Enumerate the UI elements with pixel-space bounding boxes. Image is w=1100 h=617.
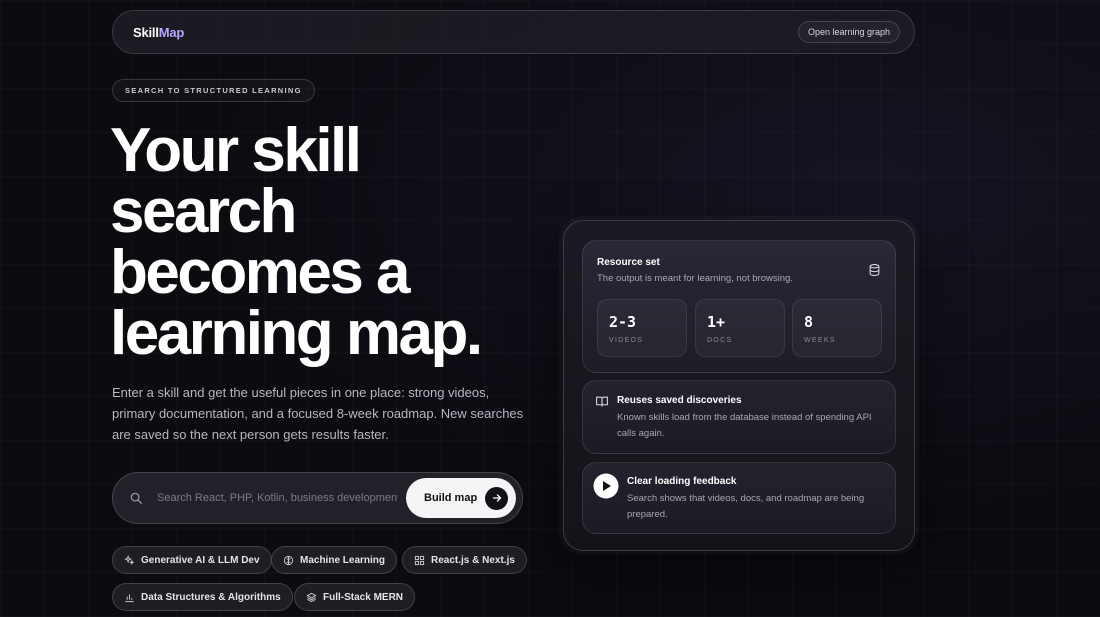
hero-heading: Your skill search becomes a learning map… [110, 116, 550, 368]
build-map-button[interactable]: Build map [406, 478, 516, 518]
layers-icon [306, 592, 317, 602]
stat-value: 8 [804, 313, 814, 331]
resource-set-subtitle: The output is meant for learning, not br… [597, 273, 793, 284]
stat-value: 1+ [707, 313, 726, 331]
hero-line-4: learning map. [110, 299, 483, 368]
chip-label: Data Structures & Algorithms [141, 591, 281, 603]
book-open-icon [596, 396, 608, 407]
build-map-label: Build map [424, 492, 478, 504]
search-bar: Build map [112, 472, 523, 524]
logo-primary: Skill [133, 24, 159, 40]
arrow-right-icon [485, 486, 508, 510]
chip-label: Generative AI & LLM Dev [141, 554, 260, 566]
saved-discoveries-text: Known skills load from the database inst… [617, 412, 872, 439]
loading-feedback-card: Clear loading feedback Search shows that… [582, 462, 896, 534]
stat-value: 2-3 [609, 313, 637, 331]
top-nav: SkillMap Open learning graph [112, 10, 915, 54]
chip-react-nextjs[interactable]: React.js & Next.js [402, 546, 527, 574]
stat-label: VIDEOS [609, 337, 644, 344]
logo-accent: Map [158, 24, 185, 40]
resource-set-card: Resource set The output is meant for lea… [582, 240, 896, 373]
stat-videos: 2-3 VIDEOS [597, 299, 687, 357]
open-learning-graph-button[interactable]: Open learning graph [797, 21, 900, 43]
stat-label: DOCS [707, 337, 733, 344]
bar-chart-icon [125, 593, 134, 602]
chip-data-structures[interactable]: Data Structures & Algorithms [112, 583, 293, 611]
eyebrow-badge: SEARCH TO STRUCTURED LEARNING [112, 79, 315, 102]
chip-machine-learning[interactable]: Machine Learning [271, 546, 398, 574]
chip-label: React.js & Next.js [431, 554, 515, 566]
chip-generative-ai[interactable]: Generative AI & LLM Dev [112, 546, 272, 574]
saved-discoveries-card: Reuses saved discoveries Known skills lo… [582, 380, 896, 454]
sparkles-icon [124, 554, 135, 565]
brain-icon [283, 555, 294, 565]
stat-label: WEEKS [804, 337, 836, 344]
search-input[interactable] [157, 492, 398, 504]
hero-line-1: Your skill [110, 116, 362, 185]
chip-full-stack-mern[interactable]: Full-Stack MERN [294, 583, 416, 611]
stat-docs: 1+ DOCS [695, 299, 785, 357]
info-panel: Resource set The output is meant for lea… [563, 220, 915, 551]
chip-label: Full-Stack MERN [323, 591, 404, 603]
hero-line-2: search [110, 177, 297, 246]
grid-icon [414, 555, 425, 565]
chip-label: Machine Learning [300, 554, 386, 566]
loading-feedback-text: Search shows that videos, docs, and road… [627, 493, 865, 520]
stat-weeks: 8 WEEKS [792, 299, 882, 357]
database-icon [869, 264, 880, 276]
hero-description: Enter a skill and get the useful pieces … [112, 385, 524, 442]
saved-discoveries-title: Reuses saved discoveries [617, 395, 742, 406]
loading-feedback-title: Clear loading feedback [627, 476, 737, 487]
play-icon [593, 473, 619, 499]
hero-line-3: becomes a [110, 238, 411, 307]
resource-set-title: Resource set [597, 257, 660, 268]
search-icon [130, 492, 142, 504]
logo[interactable]: SkillMap [133, 25, 184, 40]
